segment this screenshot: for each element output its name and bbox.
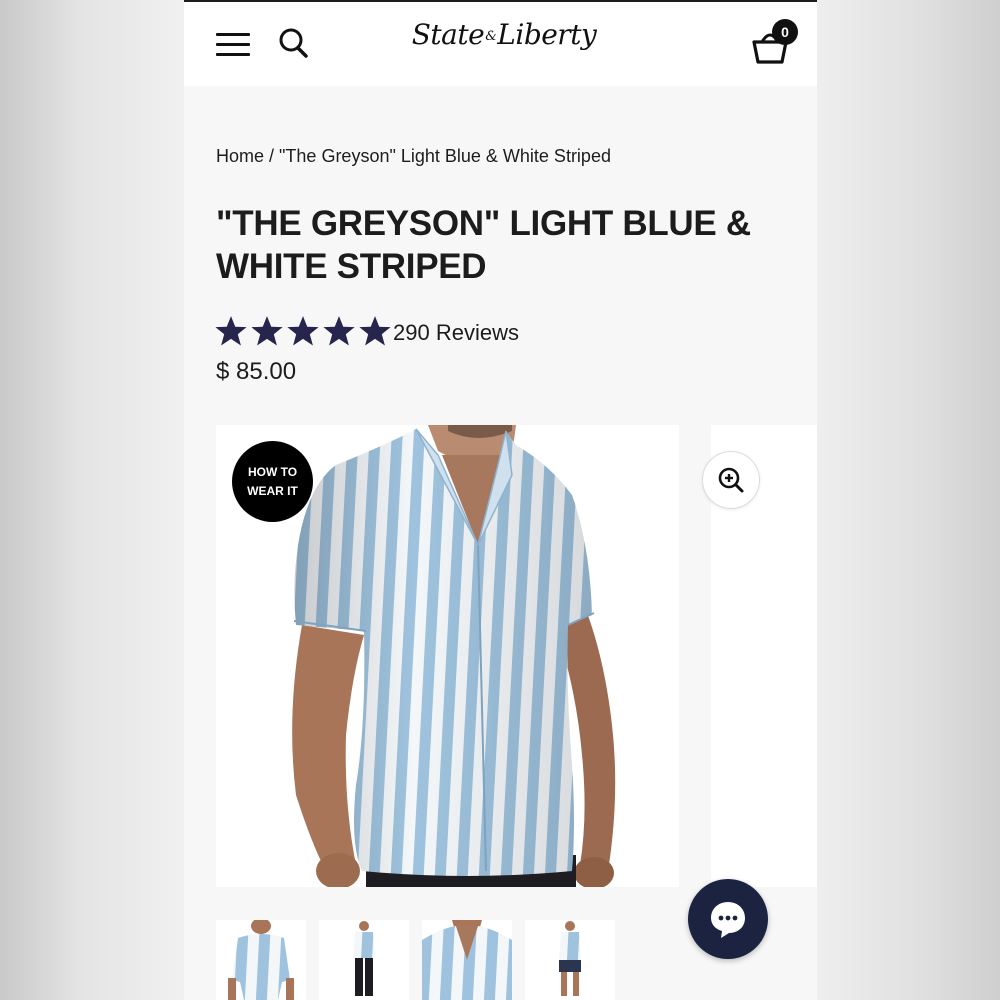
reviews-link[interactable]: 290 Reviews [393, 320, 519, 346]
menu-button[interactable] [214, 30, 254, 58]
product-thumbnail[interactable] [319, 920, 409, 1000]
search-icon [279, 28, 308, 58]
product-thumbnail[interactable] [216, 920, 306, 1000]
store-logo[interactable]: State&Liberty [404, 18, 604, 70]
product-title: "THE GREYSON" LIGHT BLUE & WHITE STRIPED [216, 204, 751, 286]
cart-count-badge: 0 [772, 19, 798, 45]
how-to-wear-it-badge[interactable]: HOW TO WEAR IT [232, 441, 313, 522]
product-price: $ 85.00 [216, 358, 297, 385]
breadcrumb-home-link[interactable]: Home [216, 146, 264, 166]
thumbnail-image [422, 920, 512, 1000]
menu-icon [216, 33, 250, 36]
breadcrumb-current: "The Greyson" Light Blue & White Striped [279, 146, 611, 166]
rating-stars[interactable] [214, 314, 392, 350]
product-thumbnail[interactable] [525, 920, 615, 1000]
product-page: State&Liberty 0 Home / "The Greyson" Lig… [184, 0, 817, 1000]
zoom-button[interactable] [702, 451, 760, 509]
chat-button[interactable] [688, 879, 768, 959]
thumbnail-image [525, 920, 615, 1000]
product-main-image[interactable]: HOW TO WEAR IT [216, 425, 679, 887]
star-icon [323, 316, 355, 346]
chat-icon [711, 902, 745, 938]
top-navigation-bar: State&Liberty 0 [184, 0, 817, 86]
star-icon [251, 316, 283, 346]
product-thumbnail[interactable] [422, 920, 512, 1000]
breadcrumb: Home / "The Greyson" Light Blue & White … [216, 146, 611, 167]
star-icon [359, 316, 391, 346]
zoom-in-icon [718, 467, 744, 493]
star-icon [287, 316, 319, 346]
thumbnail-image [216, 920, 306, 1000]
thumbnail-image [319, 920, 409, 1000]
search-button[interactable] [278, 26, 310, 60]
breadcrumb-separator: / [264, 146, 280, 166]
star-icon [215, 316, 247, 346]
